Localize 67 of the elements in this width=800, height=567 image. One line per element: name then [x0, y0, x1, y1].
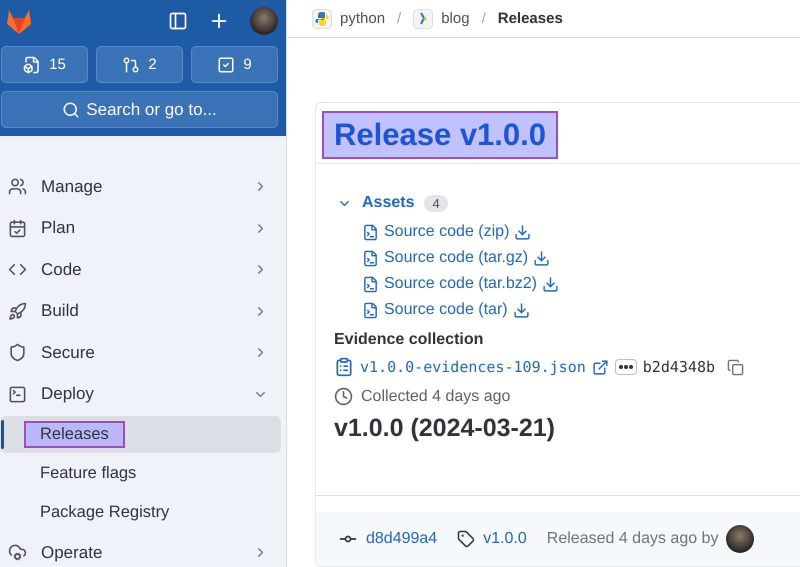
- assets-toggle[interactable]: Assets 4: [334, 194, 782, 212]
- download-icon[interactable]: [533, 250, 550, 266]
- breadcrumb-link[interactable]: Releases: [498, 10, 563, 27]
- breadcrumb-separator: /: [482, 10, 486, 27]
- tag-link[interactable]: v1.0.0: [483, 530, 527, 548]
- asset-label: Source code (tar): [384, 301, 508, 319]
- asset-link[interactable]: Source code (tar.bz2): [362, 275, 782, 293]
- asset-link[interactable]: Source code (zip): [362, 223, 782, 241]
- breadcrumb-link[interactable]: blog: [441, 10, 470, 27]
- counter-button[interactable]: 9: [191, 46, 278, 83]
- breadcrumb-separator: /: [397, 10, 402, 27]
- nav-icon: [8, 343, 27, 362]
- nav-item[interactable]: Deploy: [0, 374, 286, 415]
- file-icon: [362, 224, 379, 240]
- file-icon: [362, 250, 379, 266]
- clock-icon: [334, 387, 353, 406]
- ellipsis-icon: [618, 365, 633, 369]
- issues-icon: [23, 56, 42, 74]
- evidence-link[interactable]: v1.0.0-evidences-109.json: [360, 358, 586, 376]
- file-icon: [362, 276, 379, 292]
- notes-heading: v1.0.0 (2024-03-21): [334, 414, 556, 444]
- todos-icon: [217, 56, 236, 74]
- nav-icon: [8, 543, 27, 562]
- section-heading: Evidence collection: [334, 331, 484, 349]
- nav-item[interactable]: Manage: [0, 166, 286, 208]
- copy-icon[interactable]: [727, 358, 744, 376]
- search-icon: [62, 100, 80, 118]
- download-icon[interactable]: [542, 276, 559, 292]
- tag-icon: [457, 530, 476, 548]
- sidebar-toggle-icon[interactable]: [168, 11, 188, 31]
- asset-link[interactable]: Source code (tar): [362, 301, 782, 319]
- commit-link[interactable]: d8d499a4: [366, 530, 438, 548]
- counter-button[interactable]: 15: [1, 46, 88, 83]
- clipboard-icon: [334, 357, 354, 377]
- external-link-icon[interactable]: [592, 358, 609, 376]
- nav-item[interactable]: Secure: [0, 332, 286, 374]
- avatar[interactable]: [726, 525, 754, 553]
- project-icon: [413, 8, 434, 28]
- asset-label: Source code (tar.gz): [384, 249, 528, 267]
- collected-text: Collected 4 days ago: [361, 388, 510, 406]
- download-icon[interactable]: [514, 224, 532, 240]
- nav-icon: [8, 302, 27, 321]
- nav-subitem[interactable]: Package Registry: [0, 494, 281, 531]
- release-title[interactable]: Release v1.0.0: [324, 113, 556, 157]
- nav-icon: [8, 177, 27, 196]
- more-button[interactable]: [614, 359, 637, 375]
- nav-item[interactable]: Plan: [0, 208, 286, 249]
- released-text: Released 4 days ago by: [546, 530, 718, 548]
- asset-label: Source code (tar.bz2): [384, 275, 537, 293]
- nav-icon: [8, 384, 27, 404]
- nav-icon: [8, 218, 27, 238]
- nav-item[interactable]: Build: [0, 290, 286, 332]
- merge-icon: [122, 56, 140, 74]
- file-icon: [362, 302, 379, 318]
- sha-text: b2d4348b: [642, 358, 716, 376]
- download-icon[interactable]: [512, 302, 530, 318]
- asset-label: Source code (zip): [384, 223, 510, 241]
- asset-link[interactable]: Source code (tar.gz): [362, 249, 782, 267]
- breadcrumb-link[interactable]: python: [340, 10, 386, 27]
- nav-subitem[interactable]: Releases: [0, 416, 281, 453]
- nav-item[interactable]: Code: [0, 249, 286, 290]
- nav-subitem[interactable]: Feature flags: [0, 455, 281, 492]
- nav-item[interactable]: Operate: [0, 532, 286, 567]
- counter-button[interactable]: 2: [96, 46, 183, 83]
- search-button[interactable]: Search or go to...: [1, 91, 278, 128]
- python-logo: [312, 8, 332, 28]
- count-badge: 4: [424, 194, 448, 212]
